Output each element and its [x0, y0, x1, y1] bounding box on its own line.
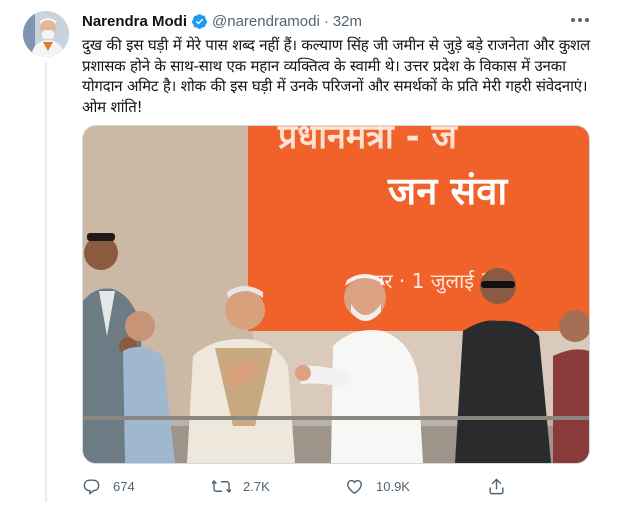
retweet-count: 2.7K	[243, 478, 270, 494]
avatar[interactable]	[23, 11, 69, 57]
separator-dot: ·	[323, 12, 329, 30]
retweet-button[interactable]: 2.7K	[212, 474, 270, 498]
share-icon	[489, 478, 504, 494]
like-icon	[347, 479, 362, 494]
tweet-text: दुख की इस घड़ी में मेरे पास शब्द नहीं है…	[82, 36, 591, 116]
tweet-header: Narendra Modi @narendramodi · 32m	[82, 11, 362, 31]
verified-badge-icon	[192, 13, 207, 29]
tweet-photo[interactable]: प्रधानमंत्री - ज जन संवा पुर · 1 जुलाई 2	[82, 125, 590, 464]
like-button[interactable]: 10.9K	[345, 474, 410, 498]
timestamp[interactable]: 32m	[333, 13, 362, 30]
reply-count: 674	[113, 478, 135, 494]
share-button[interactable]	[487, 474, 518, 498]
like-count: 10.9K	[376, 478, 410, 494]
author-handle[interactable]: @narendramodi	[212, 13, 320, 30]
banner-text-2: जन संवा	[387, 169, 508, 213]
tweet-actions: 674 2.7K 10.9K	[82, 474, 588, 498]
author-name[interactable]: Narendra Modi	[82, 13, 187, 30]
banner-text-3: पुर · 1 जुलाई 2	[373, 269, 493, 294]
reply-icon	[83, 478, 100, 495]
tweet-card[interactable]: Narendra Modi @narendramodi · 32m दुख की…	[0, 0, 623, 510]
more-icon	[571, 18, 589, 22]
photo-scene: प्रधानमंत्री - ज जन संवा पुर · 1 जुलाई 2	[83, 126, 589, 463]
more-button[interactable]	[568, 10, 592, 30]
banner-text-1: प्रधानमंत्री - ज	[277, 126, 459, 157]
thread-line	[45, 62, 47, 502]
retweet-icon	[212, 479, 231, 493]
reply-button[interactable]: 674	[82, 474, 135, 498]
